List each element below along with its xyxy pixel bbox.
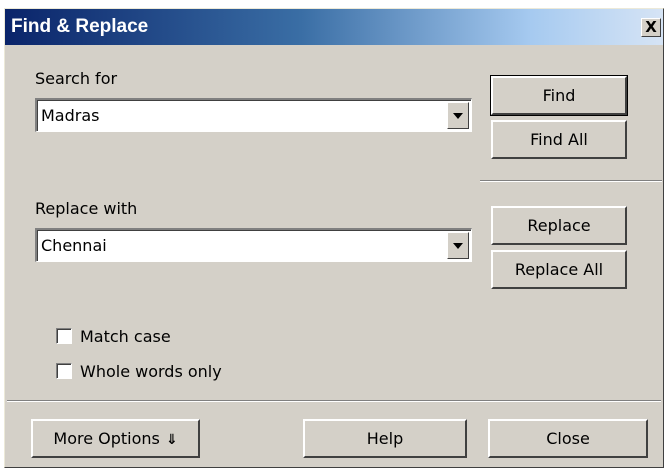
whole-words-label[interactable]: Whole words only: [80, 362, 222, 381]
find-replace-dialog: Find & Replace X Search for Madras Find …: [4, 8, 664, 468]
close-button[interactable]: Close: [488, 419, 648, 458]
whole-words-checkbox[interactable]: [56, 363, 72, 379]
replace-button[interactable]: Replace: [491, 206, 627, 245]
match-case-checkbox[interactable]: [56, 328, 72, 344]
search-label: Search for: [35, 69, 118, 88]
replace-all-button-label: Replace All: [514, 260, 604, 279]
find-button[interactable]: Find: [490, 75, 628, 116]
search-combobox[interactable]: Madras: [35, 98, 472, 132]
separator-right: [480, 180, 662, 182]
help-button-label: Help: [366, 429, 404, 448]
dialog-title: Find & Replace: [11, 16, 149, 37]
find-all-button-label: Find All: [530, 130, 588, 149]
replace-input[interactable]: Chennai: [41, 236, 107, 255]
close-icon[interactable]: X: [641, 18, 661, 37]
find-all-button[interactable]: Find All: [491, 120, 627, 159]
match-case-label[interactable]: Match case: [80, 327, 171, 346]
title-bar[interactable]: Find & Replace X: [5, 9, 663, 45]
more-options-button[interactable]: More Options ⇓: [31, 419, 200, 458]
close-button-label: Close: [546, 429, 590, 448]
replace-combobox[interactable]: Chennai: [35, 228, 472, 262]
search-input[interactable]: Madras: [41, 106, 99, 125]
more-options-button-label: More Options: [53, 429, 160, 448]
replace-button-label: Replace: [527, 216, 591, 235]
chevron-down-icon[interactable]: [447, 232, 469, 259]
replace-all-button[interactable]: Replace All: [491, 250, 627, 289]
double-chevron-down-icon: ⇓: [165, 432, 178, 448]
replace-label: Replace with: [35, 199, 138, 218]
find-button-label: Find: [542, 86, 576, 105]
separator-bottom: [7, 400, 661, 402]
help-button[interactable]: Help: [303, 419, 467, 458]
chevron-down-icon[interactable]: [447, 102, 469, 129]
